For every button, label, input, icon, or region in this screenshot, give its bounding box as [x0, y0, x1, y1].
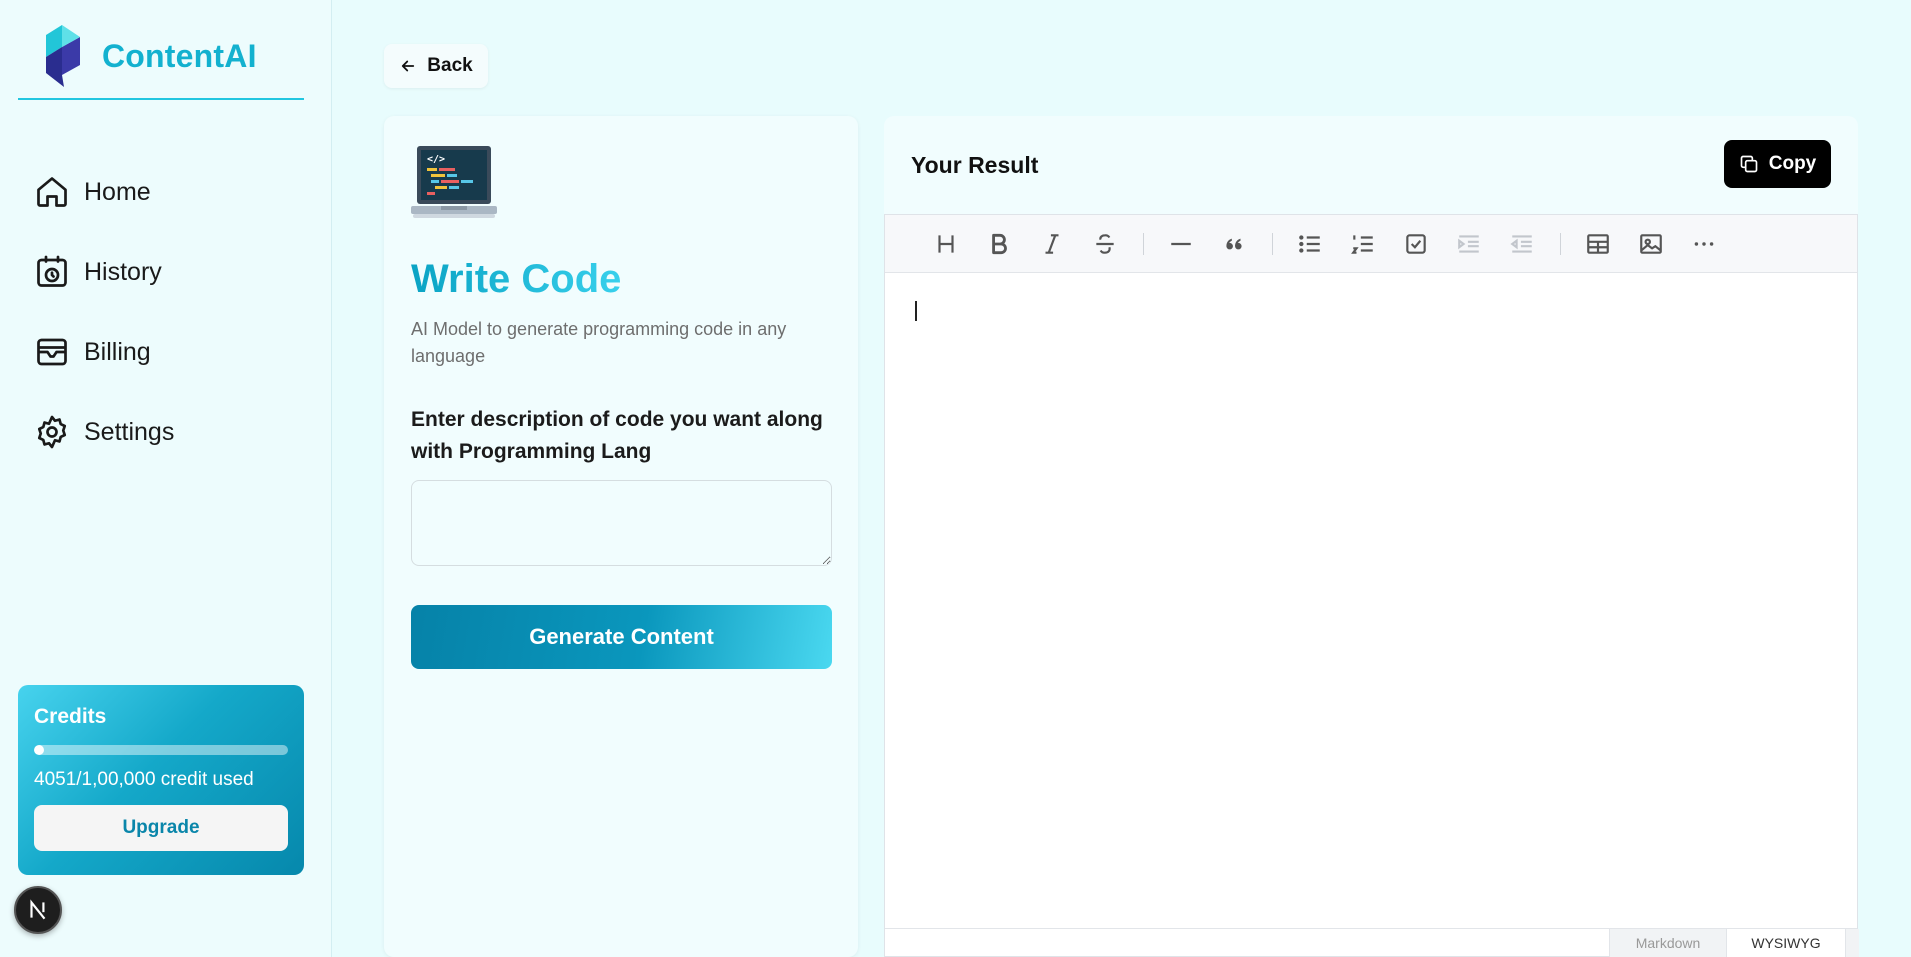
tool-form-card: </> Write Code AI Model to generate prog…: [384, 116, 858, 957]
outdent-icon: [1510, 234, 1532, 253]
copy-button[interactable]: Copy: [1724, 140, 1831, 188]
sidebar-item-home[interactable]: Home: [34, 152, 304, 232]
heading-icon: [938, 234, 954, 253]
sidebar-item-settings[interactable]: Settings: [34, 392, 304, 472]
toolbar-divider: [1560, 232, 1561, 255]
bold-icon: [992, 233, 1007, 254]
mode-tab-edge: [1845, 929, 1859, 957]
tab-markdown[interactable]: Markdown: [1609, 929, 1727, 957]
sidebar-item-label: Billing: [84, 337, 151, 366]
bold-button[interactable]: [978, 224, 1020, 264]
sidebar: ContentAI Home History Billing Settings …: [0, 0, 332, 957]
credits-title: Credits: [34, 705, 107, 728]
credits-progress-fill: [34, 745, 45, 755]
back-label: Back: [427, 55, 473, 76]
settings-icon: [37, 415, 67, 449]
svg-text:</>: </>: [427, 154, 445, 165]
home-icon: [37, 177, 67, 207]
horizontal-rule-button[interactable]: [1160, 224, 1202, 264]
indent-button[interactable]: [1448, 224, 1490, 264]
editor-toolbar: [885, 215, 1857, 273]
italic-button[interactable]: [1031, 224, 1073, 264]
ordered-list-icon: [1351, 234, 1373, 254]
history-icon: [37, 255, 67, 287]
prompt-input[interactable]: [411, 480, 832, 566]
tab-wysiwyg[interactable]: WYSIWYG: [1727, 929, 1845, 957]
hr-icon: [1171, 242, 1191, 245]
image-icon: [1640, 233, 1662, 254]
result-card: Your Result Copy Markdown WYSIWYG: [884, 116, 1859, 957]
credits-progress-bar: [34, 745, 288, 755]
toolbar-divider: [1143, 232, 1144, 255]
generate-content-button[interactable]: Generate Content: [411, 605, 832, 669]
markdown-editor: Markdown WYSIWYG: [884, 214, 1859, 957]
sidebar-item-label: History: [84, 257, 162, 286]
brand[interactable]: ContentAI: [18, 22, 304, 100]
quote-icon: [1226, 238, 1242, 249]
arrow-left-icon: [402, 60, 415, 72]
task-list-button[interactable]: [1395, 224, 1437, 264]
table-icon: [1587, 233, 1609, 254]
tool-title: Write Code: [411, 257, 622, 301]
back-button[interactable]: Back: [384, 44, 488, 88]
more-icon: [1694, 241, 1714, 246]
sidebar-item-label: Home: [84, 177, 151, 206]
laptop-code-icon: </>: [411, 146, 497, 218]
bullet-list-icon: [1299, 234, 1320, 253]
table-button[interactable]: [1577, 224, 1619, 264]
ordered-list-button[interactable]: [1342, 224, 1384, 264]
blockquote-button[interactable]: [1213, 224, 1255, 264]
copy-icon: [1740, 155, 1758, 173]
prompt-field-label: Enter description of code you want along…: [411, 408, 823, 463]
credits-used-text: 4051/1,00,000 credit used: [34, 769, 254, 790]
heading-button[interactable]: [925, 224, 967, 264]
billing-icon: [37, 338, 67, 366]
sidebar-nav: Home History Billing Settings: [34, 152, 304, 472]
nextjs-dev-indicator[interactable]: [14, 886, 62, 934]
brand-name: ContentAI: [102, 37, 257, 74]
sidebar-item-billing[interactable]: Billing: [34, 312, 304, 392]
editor-content-area[interactable]: [885, 273, 1857, 928]
image-button[interactable]: [1630, 224, 1672, 264]
brand-logo-icon: [46, 25, 80, 87]
italic-icon: [1045, 233, 1059, 254]
upgrade-button[interactable]: Upgrade: [34, 805, 288, 851]
task-list-icon: [1406, 233, 1426, 254]
result-title: Your Result: [911, 152, 1039, 178]
indent-icon: [1458, 234, 1479, 253]
strikethrough-button[interactable]: [1084, 224, 1126, 264]
more-options-button[interactable]: [1683, 224, 1725, 264]
bullet-list-button[interactable]: [1289, 224, 1331, 264]
copy-label: Copy: [1768, 153, 1817, 174]
text-caret: [915, 301, 917, 321]
outdent-button[interactable]: [1501, 224, 1543, 264]
nextjs-logo-icon: [30, 899, 46, 920]
toolbar-divider: [1272, 232, 1273, 255]
tool-description: AI Model to generate programming code in…: [411, 319, 787, 366]
credits-card: Credits 4051/1,00,000 credit used Upgrad…: [18, 685, 304, 875]
editor-mode-tabs: Markdown WYSIWYG: [885, 928, 1859, 957]
strike-icon: [1096, 233, 1114, 254]
sidebar-item-history[interactable]: History: [34, 232, 304, 312]
sidebar-item-label: Settings: [84, 417, 175, 446]
